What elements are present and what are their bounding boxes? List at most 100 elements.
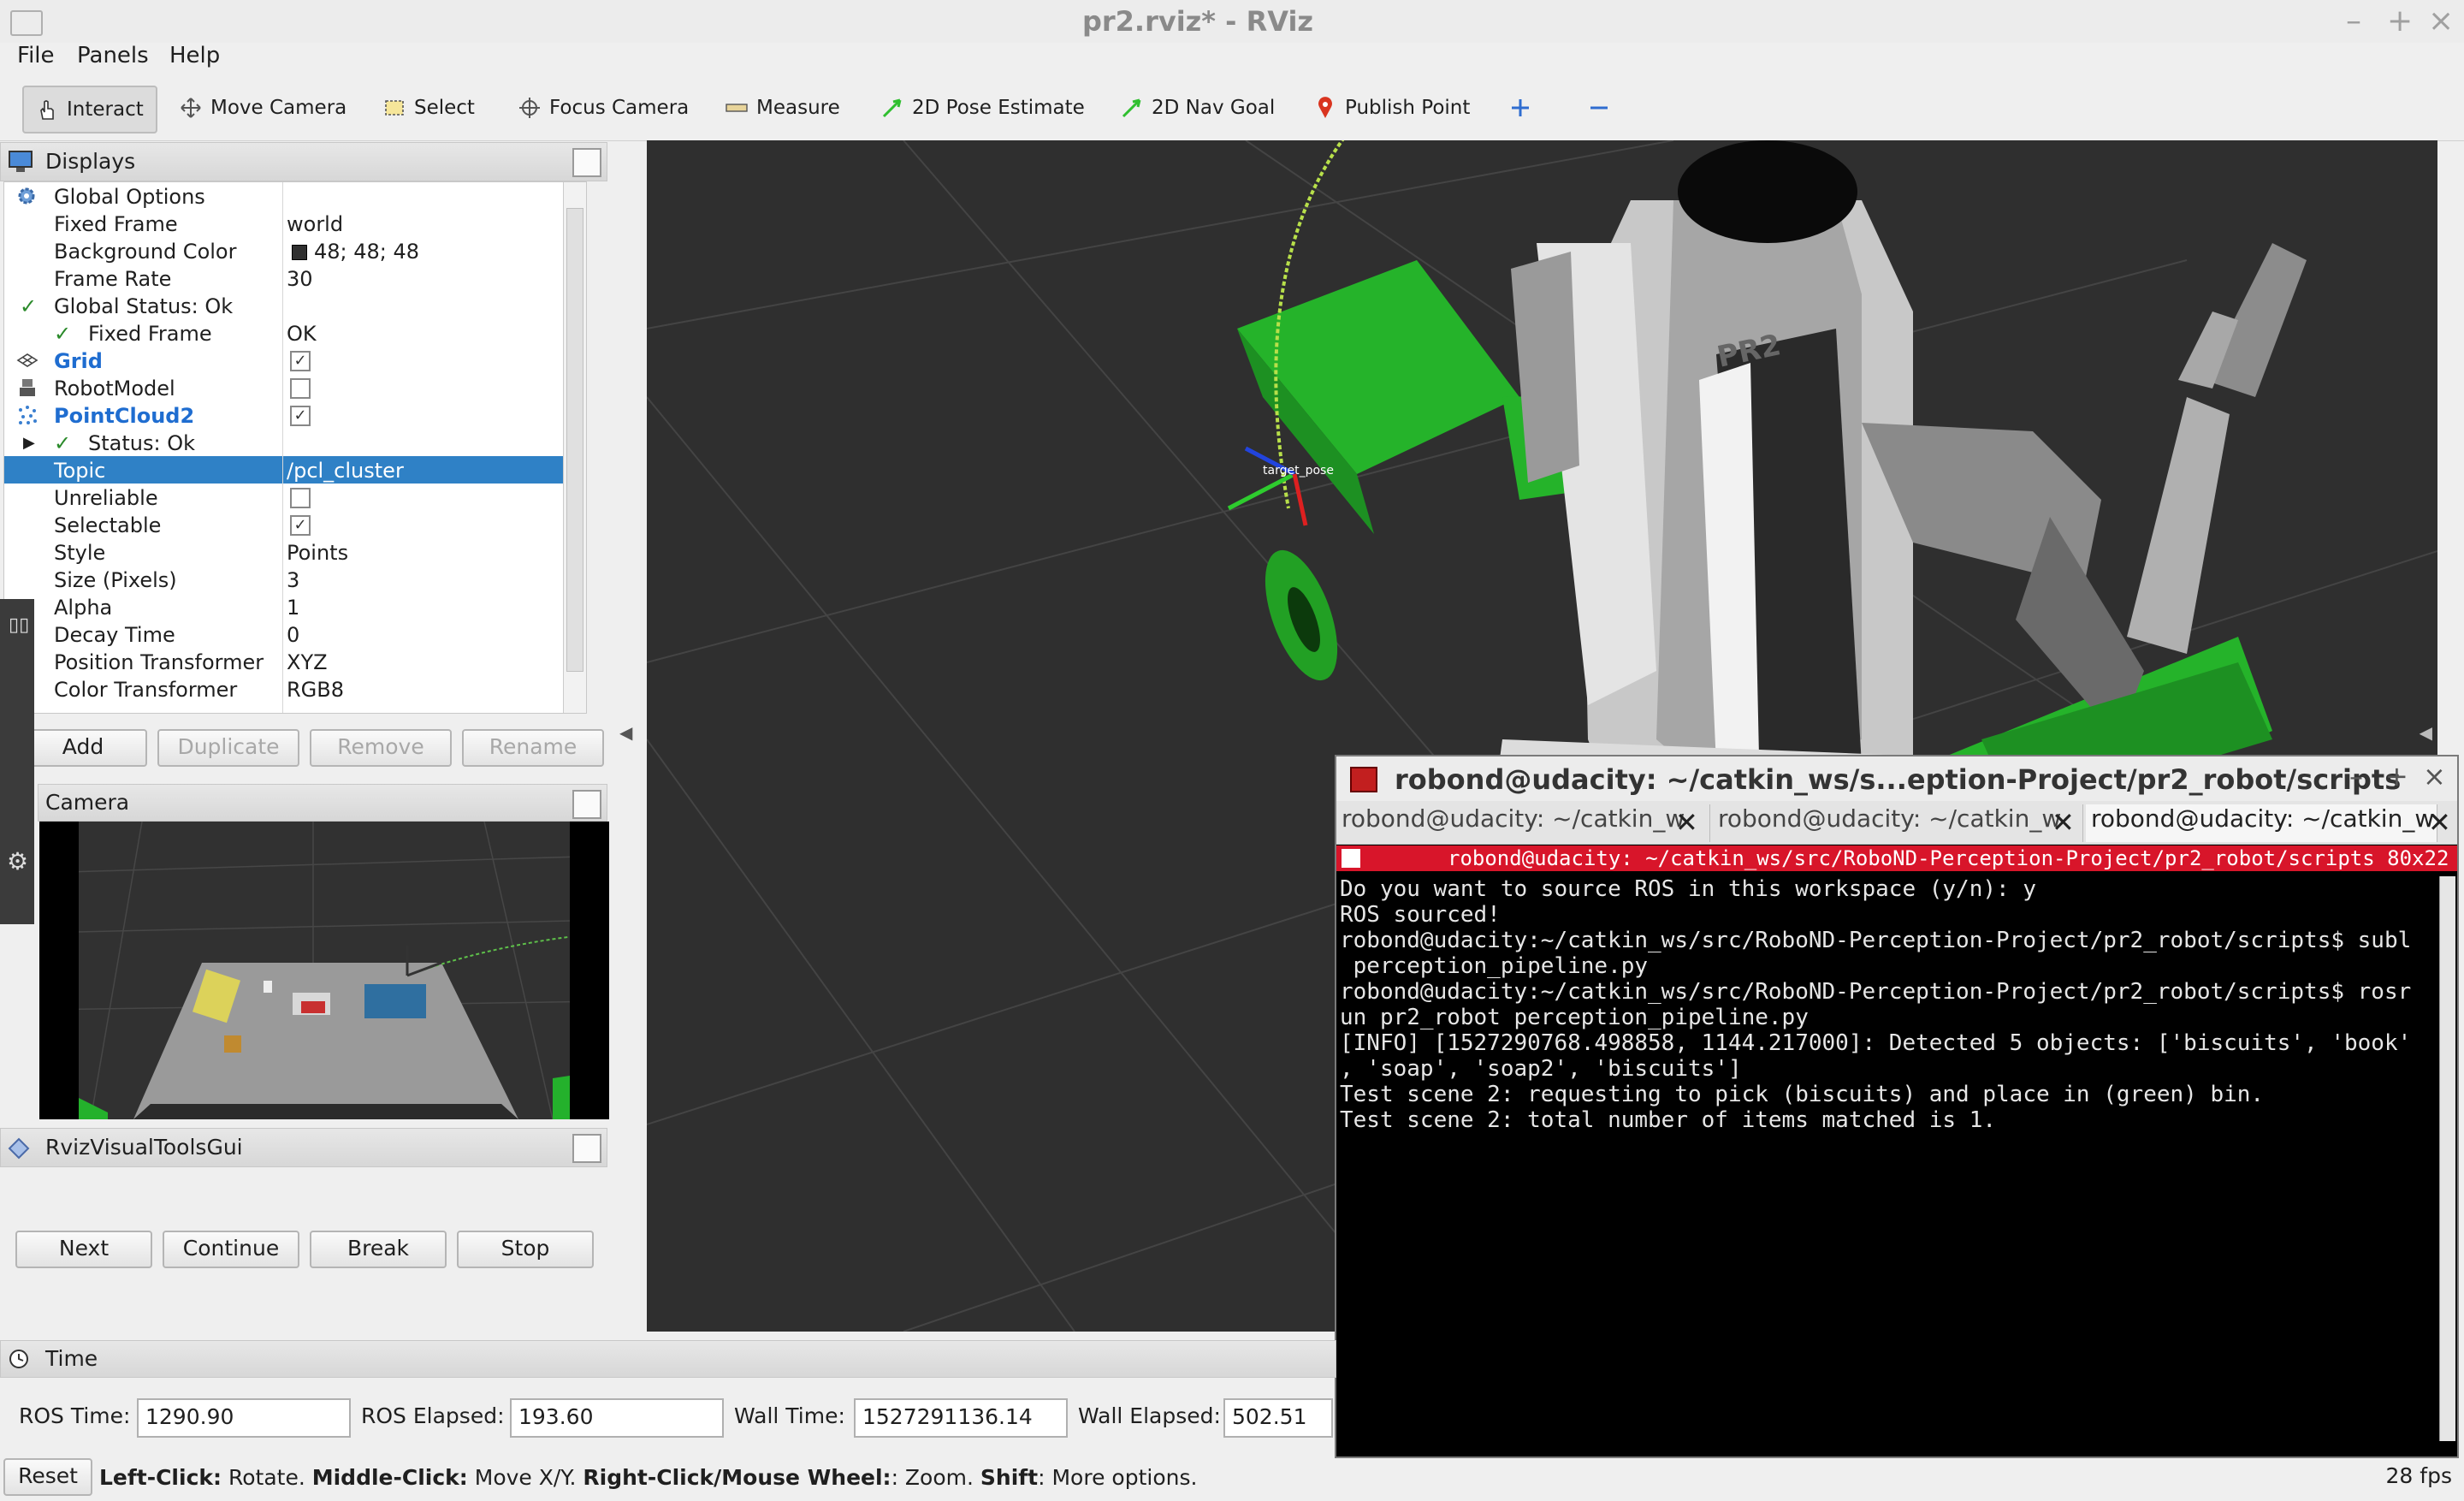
pause-icon[interactable]: ▯▯ (9, 614, 29, 636)
displays-scrollbar[interactable] (563, 182, 586, 713)
tree-row-robot-model[interactable]: RobotModel (4, 374, 586, 401)
menu-file[interactable]: File (17, 43, 55, 68)
scrollbar-thumb[interactable] (566, 208, 583, 672)
row-value[interactable]: 30 (287, 267, 313, 291)
row-value[interactable]: 48; 48; 48 (314, 240, 419, 264)
tool-publish-point[interactable]: Publish Point (1314, 86, 1470, 130)
tree-row-size[interactable]: Size (Pixels) 3 (4, 566, 586, 593)
tree-row-frame-rate[interactable]: Frame Rate 30 (4, 264, 586, 292)
tree-row-background-color[interactable]: Background Color 48; 48; 48 (4, 237, 586, 264)
settings-gear-icon[interactable]: ⚙ (7, 847, 28, 875)
pointcloud2-enabled-checkbox[interactable]: ✓ (290, 406, 311, 426)
terminal-maximize-icon[interactable]: + (2385, 760, 2408, 792)
row-key: RobotModel (54, 377, 175, 400)
terminal-tab-1[interactable]: robond@udacity: ~/catkin_w (1336, 804, 1710, 842)
tool-2d-nav-goal[interactable]: 2D Nav Goal (1121, 86, 1275, 130)
tree-row-global-options[interactable]: Global Options (4, 182, 586, 210)
ruler-icon (726, 104, 748, 112)
stop-button[interactable]: Stop (457, 1231, 594, 1268)
tree-row-fixed-frame[interactable]: Fixed Frame world (4, 210, 586, 237)
tree-row-pointcloud2[interactable]: PointCloud2 ✓ (4, 401, 586, 429)
camera-undock-checkbox[interactable] (572, 790, 601, 819)
maximize-icon[interactable]: + (2387, 3, 2413, 39)
row-value[interactable]: world (287, 212, 343, 236)
row-value[interactable]: XYZ (287, 650, 328, 674)
minimize-icon[interactable]: – (2346, 3, 2361, 39)
tree-row-selectable[interactable]: Selectable ✓ (4, 511, 586, 538)
tree-row-color-transformer[interactable]: Color Transformer RGB8 (4, 675, 586, 703)
break-button[interactable]: Break (310, 1231, 447, 1268)
terminal-minimize-icon[interactable]: – (2349, 760, 2363, 792)
tool-interact[interactable]: Interact (22, 86, 157, 133)
menu-help[interactable]: Help (169, 43, 220, 68)
tree-row-alpha[interactable]: Alpha 1 (4, 593, 586, 620)
row-key: Selectable (54, 513, 162, 537)
row-value[interactable]: Points (287, 541, 348, 565)
tree-row-position-transformer[interactable]: Position Transformer XYZ (4, 648, 586, 675)
duplicate-display-button[interactable]: Duplicate (157, 729, 299, 767)
tree-row-topic[interactable]: Topic /pcl_cluster (4, 456, 586, 484)
row-value[interactable]: 0 (287, 623, 299, 647)
camera-view[interactable] (39, 822, 609, 1119)
tool-2d-pose-estimate[interactable]: 2D Pose Estimate (881, 86, 1085, 130)
robot-model-enabled-checkbox[interactable] (290, 378, 311, 399)
select-icon (385, 100, 404, 116)
row-key: Frame Rate (54, 267, 172, 291)
tree-row-decay-time[interactable]: Decay Time 0 (4, 620, 586, 648)
terminal-close-icon[interactable]: × (2423, 760, 2446, 792)
next-button[interactable]: Next (15, 1231, 152, 1268)
tree-row-unreliable[interactable]: Unreliable (4, 484, 586, 511)
close-icon[interactable]: × (2428, 3, 2454, 39)
tree-row-pointcloud-status[interactable]: ▶ ✓ Status: Ok (4, 429, 586, 456)
row-value: OK (287, 322, 317, 346)
collapse-right-icon[interactable]: ◀ (2420, 722, 2432, 743)
tool-focus-camera[interactable]: Focus Camera (518, 86, 689, 130)
tab-close-icon[interactable]: ✕ (2428, 806, 2451, 839)
terminal-tab-label: robond@udacity: ~/catkin_w (1342, 804, 1685, 833)
tool-measure-label: Measure (756, 97, 840, 119)
add-display-button[interactable]: Add (19, 729, 147, 767)
fps-counter: 28 fps (2385, 1463, 2452, 1488)
tool-measure[interactable]: Measure (726, 86, 840, 130)
row-value[interactable]: 3 (287, 568, 299, 592)
terminal-scrollbar[interactable] (2439, 876, 2455, 1441)
unreliable-checkbox[interactable] (290, 488, 311, 508)
tree-row-grid[interactable]: Grid ✓ (4, 347, 586, 374)
menu-bar: File Panels Help (0, 43, 2464, 72)
tab-close-icon[interactable]: ✕ (1675, 806, 1698, 839)
ros-elapsed-field[interactable]: 193.60 (510, 1398, 724, 1438)
tab-close-icon[interactable]: ✕ (2052, 806, 2075, 839)
wall-time-field[interactable]: 1527291136.14 (854, 1398, 1068, 1438)
rename-display-button[interactable]: Rename (462, 729, 604, 767)
tool-select[interactable]: Select (383, 86, 475, 130)
collapse-left-icon[interactable]: ◀ (619, 722, 632, 743)
row-value[interactable]: 1 (287, 596, 299, 620)
visual-tools-undock-checkbox[interactable] (572, 1134, 601, 1163)
row-value[interactable]: RGB8 (287, 678, 344, 702)
displays-undock-checkbox[interactable] (572, 148, 601, 177)
check-icon: ✓ (20, 294, 38, 318)
terminal-window[interactable]: robond@udacity: ~/catkin_ws/s...eption-P… (1335, 755, 2459, 1458)
tool-move-camera[interactable]: Move Camera (180, 86, 346, 130)
row-value[interactable]: /pcl_cluster (287, 459, 404, 483)
terminal-tab-2[interactable]: robond@udacity: ~/catkin_w (1713, 804, 2083, 842)
camera-panel-header: Camera (38, 784, 607, 822)
selectable-checkbox[interactable]: ✓ (290, 515, 311, 536)
grid-enabled-checkbox[interactable]: ✓ (290, 351, 311, 371)
menu-panels[interactable]: Panels (77, 43, 149, 68)
tree-row-fixed-frame-status[interactable]: ✓ Fixed Frame OK (4, 319, 586, 347)
wall-elapsed-field[interactable]: 502.51 (1223, 1398, 1333, 1438)
tree-row-global-status[interactable]: ✓ Global Status: Ok (4, 292, 586, 319)
expand-arrow-icon[interactable]: ▶ (23, 434, 35, 452)
continue-button[interactable]: Continue (163, 1231, 299, 1268)
remove-tool-button[interactable] (1588, 86, 1619, 130)
ros-time-field[interactable]: 1290.90 (137, 1398, 351, 1438)
reset-button[interactable]: Reset (3, 1458, 92, 1496)
add-tool-button[interactable] (1509, 86, 1540, 130)
tool-focus-camera-label: Focus Camera (549, 97, 690, 119)
row-key: Decay Time (54, 623, 175, 647)
terminal-tab-3-active[interactable]: robond@udacity: ~/catkin_w (2086, 804, 2437, 842)
remove-display-button[interactable]: Remove (310, 729, 452, 767)
hint-key: Right-Click/Mouse Wheel: (583, 1465, 891, 1490)
tree-row-style[interactable]: Style Points (4, 538, 586, 566)
